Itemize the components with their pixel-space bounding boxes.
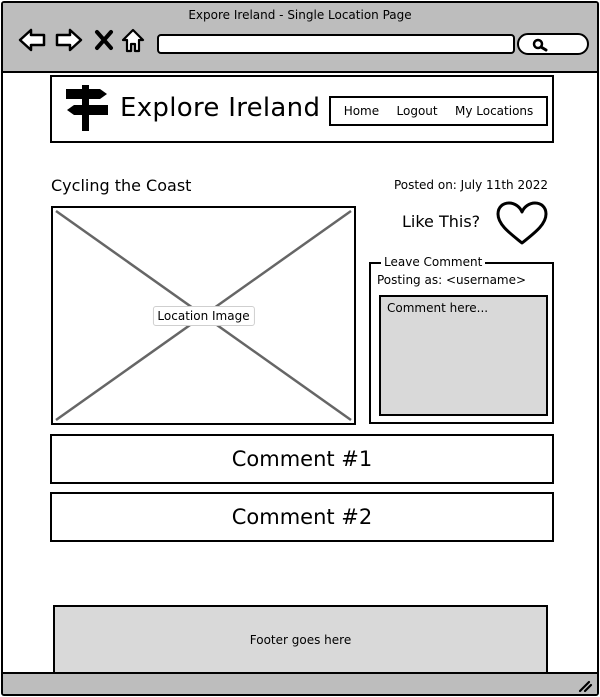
comment-item: Comment #2 (50, 492, 554, 542)
footer-text: Footer goes here (249, 633, 352, 647)
posting-as-label: Posting as: <username> (377, 273, 527, 287)
leave-comment-legend: Leave Comment (381, 255, 486, 269)
location-image: Location Image (51, 206, 356, 425)
comment-textarea[interactable] (379, 295, 548, 416)
location-title: Cycling the Coast (51, 176, 192, 195)
posted-date: Posted on: July 11th 2022 (393, 178, 548, 192)
nav-home-link[interactable]: Home (344, 104, 379, 118)
resize-grip-icon[interactable] (577, 678, 593, 694)
site-title[interactable]: Explore Ireland (120, 93, 320, 123)
page-footer: Footer goes here (53, 605, 548, 673)
browser-search-box[interactable] (517, 33, 589, 55)
back-arrow-icon[interactable] (17, 25, 47, 55)
search-icon (532, 38, 548, 52)
window-title: Expore Ireland - Single Location Page (188, 8, 412, 22)
like-label: Like This? (402, 212, 481, 231)
home-icon[interactable] (118, 25, 148, 55)
heart-icon[interactable] (495, 201, 549, 251)
comment-item: Comment #1 (50, 434, 554, 484)
site-header: Explore Ireland Home Logout My Locations (50, 75, 554, 143)
browser-titlebar: Expore Ireland - Single Location Page (3, 3, 597, 73)
location-image-label: Location Image (152, 305, 255, 326)
close-x-icon[interactable] (89, 25, 119, 55)
browser-window: Expore Ireland - Single Location Page Ex… (1, 1, 599, 696)
browser-statusbar (3, 672, 597, 694)
url-bar[interactable] (157, 34, 515, 54)
nav-logout-link[interactable]: Logout (397, 104, 438, 118)
leave-comment-panel: Leave Comment Posting as: <username> (369, 255, 554, 424)
signpost-icon[interactable] (64, 83, 110, 137)
nav-my-locations-link[interactable]: My Locations (455, 104, 533, 118)
main-nav: Home Logout My Locations (329, 96, 548, 126)
forward-arrow-icon[interactable] (54, 25, 84, 55)
